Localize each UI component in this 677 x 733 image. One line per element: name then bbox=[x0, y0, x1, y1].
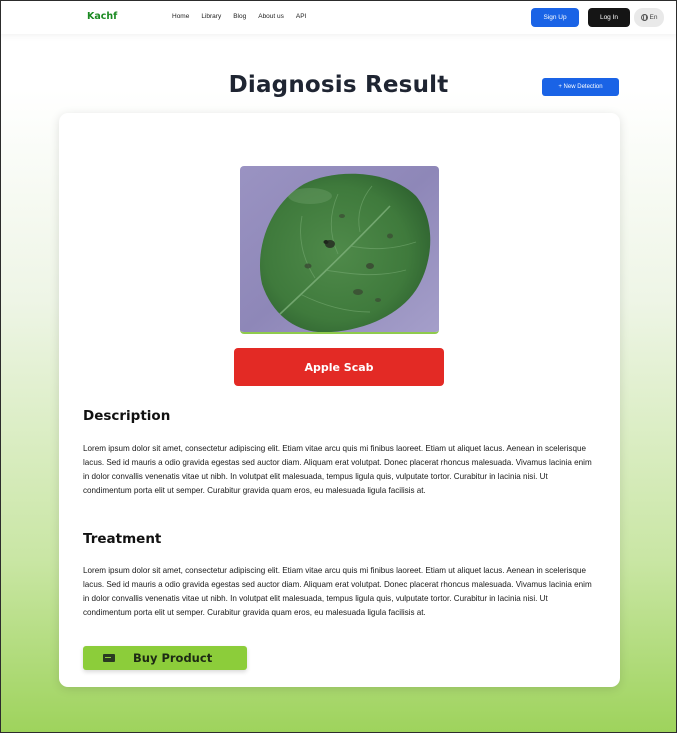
buy-product-label: Buy Product bbox=[133, 651, 213, 665]
top-navbar: Kachf Home Library Blog About us API Sig… bbox=[0, 0, 677, 34]
treatment-heading: Treatment bbox=[83, 531, 162, 547]
globe-icon bbox=[640, 14, 648, 21]
credit-card-icon bbox=[103, 654, 115, 662]
language-label: En bbox=[649, 14, 658, 21]
leaf-photo bbox=[240, 166, 439, 332]
nav-link-blog[interactable]: Blog bbox=[233, 13, 246, 20]
result-card: Apple Scab Description Lorem ipsum dolor… bbox=[59, 113, 620, 687]
nav-link-library[interactable]: Library bbox=[201, 13, 221, 20]
brand-logo[interactable]: Kachf bbox=[87, 11, 117, 22]
description-heading: Description bbox=[83, 408, 171, 424]
new-detection-button[interactable]: + New Detection bbox=[542, 78, 619, 96]
disease-result-label: Apple Scab bbox=[234, 348, 444, 386]
signup-button[interactable]: Sign Up bbox=[531, 8, 579, 27]
buy-product-button[interactable]: Buy Product bbox=[83, 646, 247, 670]
nav-link-api[interactable]: API bbox=[296, 13, 306, 20]
nav-link-about[interactable]: About us bbox=[258, 13, 284, 20]
login-button[interactable]: Log In bbox=[588, 8, 630, 27]
nav-link-home[interactable]: Home bbox=[172, 13, 189, 20]
leaf-image bbox=[240, 166, 439, 334]
description-text: Lorem ipsum dolor sit amet, consectetur … bbox=[83, 444, 592, 495]
language-selector[interactable]: En bbox=[634, 8, 664, 27]
treatment-text: Lorem ipsum dolor sit amet, consectetur … bbox=[83, 566, 592, 617]
nav-links: Home Library Blog About us API bbox=[172, 13, 318, 20]
